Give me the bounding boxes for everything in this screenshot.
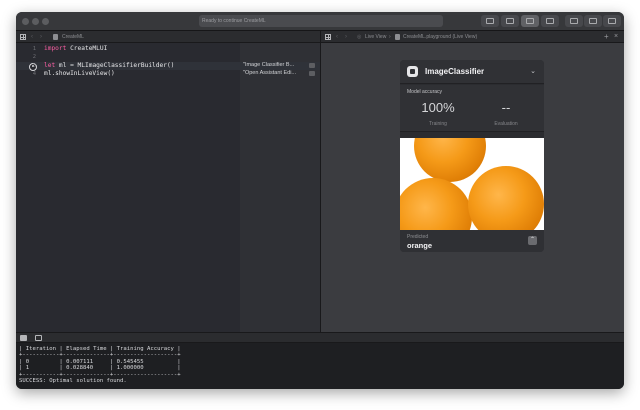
evaluation-label: Evaluation <box>494 121 518 127</box>
assistant-editor-button[interactable] <box>521 15 539 27</box>
breadcrumb-live-view[interactable]: Live View <box>365 31 386 43</box>
close-editor-icon[interactable]: × <box>614 31 618 43</box>
bottom-panel-icon <box>589 18 597 24</box>
breadcrumb-separator-icon: › <box>389 34 391 40</box>
orange-fruit <box>400 178 472 230</box>
code-line[interactable]: import CreateMLUI <box>44 45 107 52</box>
line-number: 4 <box>32 71 36 77</box>
model-accuracy-label: Model accuracy <box>407 89 443 95</box>
rings-icon <box>526 18 534 24</box>
classifier-title: ImageClassifier <box>425 67 485 76</box>
training-label: Training <box>429 121 447 127</box>
standard-editor-button[interactable] <box>501 15 519 27</box>
activity-status-bar: Ready to continue CreateML <box>199 15 443 27</box>
test-image-oranges[interactable] <box>400 138 544 230</box>
console-text: | Iteration | Elapsed Time | Training Ac… <box>19 346 181 385</box>
line-number: 3 <box>32 63 36 69</box>
live-view-glyph-icon: ◎ <box>357 34 362 40</box>
zoom-window-button[interactable] <box>42 18 49 25</box>
right-panel-icon <box>608 18 616 24</box>
chevron-down-icon[interactable]: ⌄ <box>530 67 536 75</box>
result-text: "Open Assistant Edi... <box>243 70 297 76</box>
quick-look-icon[interactable] <box>309 70 315 76</box>
editor-jump-bar: ‹ › CreateML <box>16 31 320 43</box>
code-line[interactable]: ml.showInLiveView() <box>44 70 115 77</box>
toggle-navigator-button[interactable] <box>565 15 583 27</box>
version-editor-button[interactable] <box>541 15 559 27</box>
add-editor-icon[interactable]: + <box>604 31 609 43</box>
result-text: "Image Classifier B... <box>243 62 295 68</box>
arrows-icon <box>546 18 554 24</box>
code-line[interactable]: let ml = MLImageClassifierBuilder() <box>44 62 174 69</box>
line-number-gutter <box>16 43 40 332</box>
related-items-grid-icon[interactable] <box>20 34 26 40</box>
result-item[interactable]: "Open Assistant Edi... <box>243 70 319 76</box>
back-arrow-icon[interactable]: ‹ <box>336 31 338 43</box>
live-view-jump-bar: ‹ › ◎ Live View › CreateML.playground (L… <box>321 31 624 43</box>
results-sidebar <box>240 43 320 332</box>
image-classifier-card: ImageClassifier ⌄ Model accuracy 100% --… <box>400 60 544 252</box>
chevron-up-icon[interactable]: ⌃ <box>528 236 537 245</box>
console-output[interactable]: | Iteration | Elapsed Time | Training Ac… <box>16 343 624 389</box>
forward-arrow-icon[interactable]: › <box>345 31 347 43</box>
breadcrumb-file[interactable]: CreateML.playground (Live View) <box>403 31 477 43</box>
code-keyword: let <box>44 62 56 69</box>
left-panel-icon <box>570 18 578 24</box>
hide-debug-area-icon[interactable] <box>20 335 27 341</box>
code-text: ml.showInLiveView() <box>44 70 115 77</box>
toggle-debug-area-button[interactable] <box>584 15 602 27</box>
predicted-value: orange <box>407 241 433 250</box>
braces-icon <box>486 18 494 24</box>
quick-look-icon[interactable] <box>309 62 315 68</box>
library-button[interactable] <box>481 15 499 27</box>
title-bar: Ready to continue CreateML <box>16 12 624 31</box>
minimize-window-button[interactable] <box>32 18 39 25</box>
toggle-inspector-button[interactable] <box>603 15 621 27</box>
code-text: ml = MLImageClassifierBuilder() <box>55 62 175 69</box>
playground-file-icon <box>53 34 58 40</box>
xcode-window: Ready to continue CreateML ‹ › CreateML … <box>16 12 624 389</box>
close-window-button[interactable] <box>22 18 29 25</box>
evaluation-accuracy-value: -- <box>501 100 511 115</box>
console-toggle-icon[interactable] <box>35 335 42 341</box>
code-keyword: import <box>44 45 67 52</box>
classifier-header[interactable]: ImageClassifier ⌄ <box>400 60 544 84</box>
back-arrow-icon[interactable]: ‹ <box>31 31 33 43</box>
result-item[interactable]: "Image Classifier B... <box>243 62 319 68</box>
related-items-grid-icon[interactable] <box>325 34 331 40</box>
predicted-label: Predicted <box>407 234 429 240</box>
forward-arrow-icon[interactable]: › <box>40 31 42 43</box>
playground-file-icon <box>395 34 400 40</box>
activity-status-text: Ready to continue CreateML <box>202 18 266 24</box>
line-number: 1 <box>32 46 36 52</box>
code-editor[interactable] <box>40 43 240 332</box>
orange-fruit <box>414 138 486 182</box>
editor-tab-title[interactable]: CreateML <box>62 31 84 43</box>
lines-icon <box>506 18 514 24</box>
model-accuracy-panel: Model accuracy 100% -- Training Evaluati… <box>400 85 544 132</box>
training-accuracy-value: 100% <box>421 100 455 115</box>
line-number: 2 <box>32 54 36 60</box>
prediction-panel: Predicted orange ⌃ <box>400 230 544 252</box>
code-text: CreateMLUI <box>66 45 108 52</box>
orange-fruit <box>468 166 544 230</box>
image-classifier-icon <box>407 66 418 77</box>
debug-bar <box>16 332 624 343</box>
